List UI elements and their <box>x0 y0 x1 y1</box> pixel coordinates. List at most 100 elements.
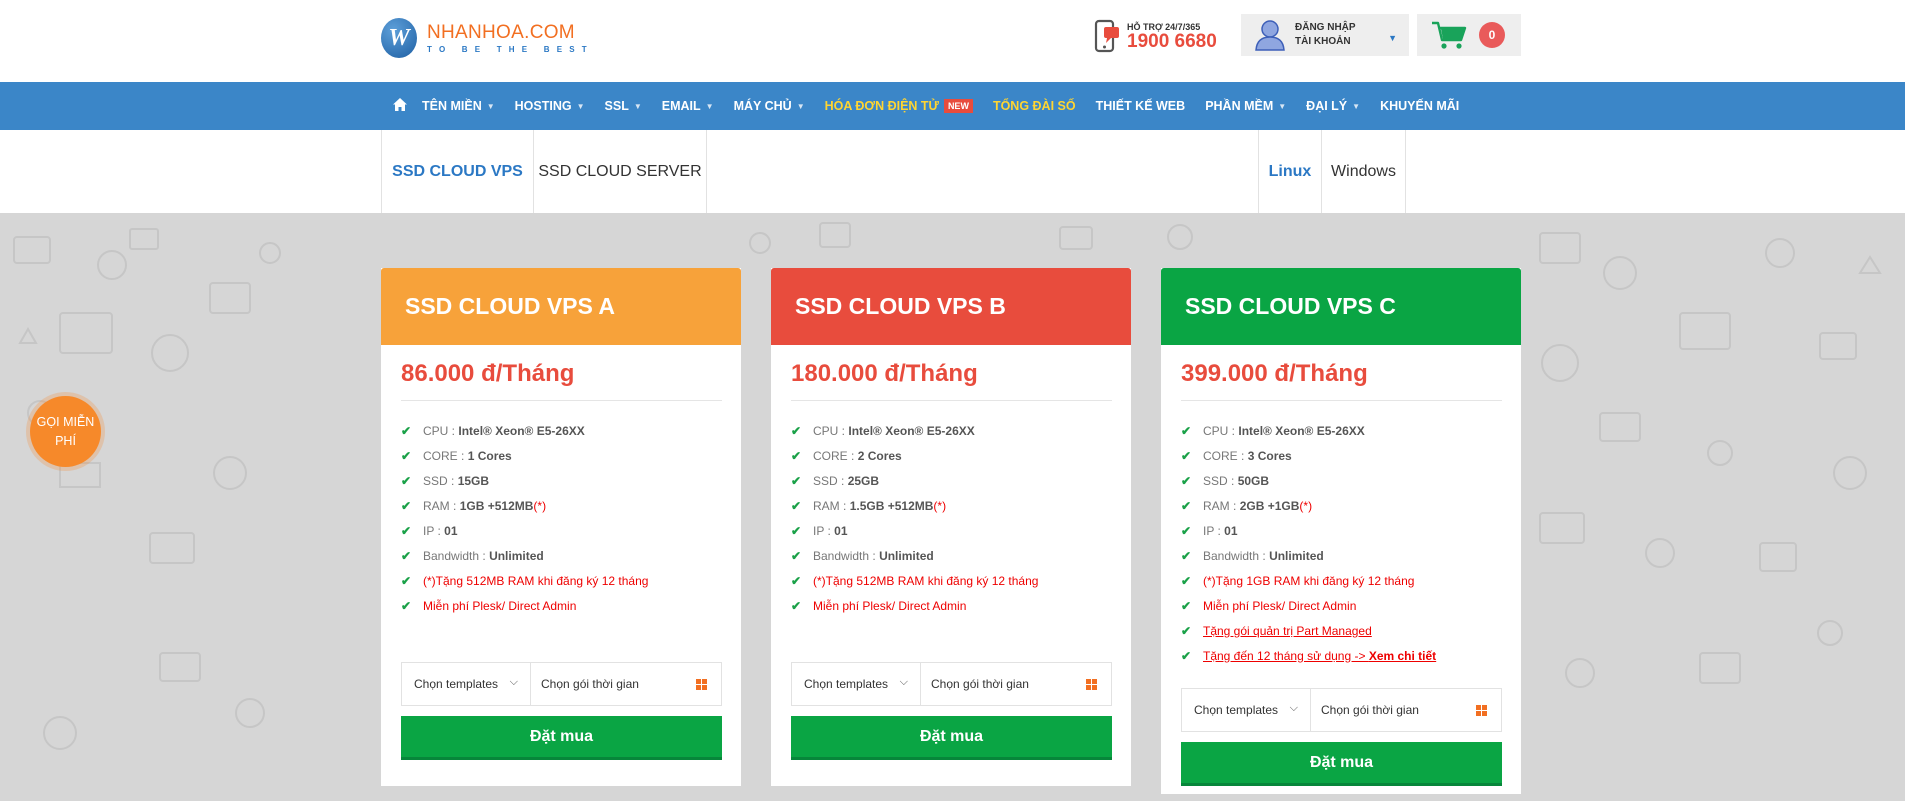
support-hotline[interactable]: HỖ TRỢ 24/7/365 1900 6680 <box>1093 19 1217 55</box>
nav-item-digital-switchboard[interactable]: TỔNG ĐÀI SỐ <box>993 99 1076 113</box>
check-icon: ✔ <box>401 498 412 513</box>
check-icon: ✔ <box>791 423 802 438</box>
home-icon[interactable] <box>393 97 407 115</box>
caret-down-icon: ▼ <box>633 101 642 111</box>
feature-bandwidth: ✔ Bandwidth : Unlimited <box>1181 548 1324 563</box>
caret-down-icon: ▼ <box>1352 101 1361 111</box>
managed-gift-link[interactable]: Tặng gói quản trị Part Managed <box>1203 624 1372 638</box>
check-icon: ✔ <box>791 598 802 613</box>
site-header: W NHANHOA.COM TO BE THE BEST HỖ TRỢ 24/7… <box>0 0 1905 82</box>
check-icon: ✔ <box>401 573 412 588</box>
order-button[interactable]: Đặt mua <box>401 716 722 760</box>
cart-count-badge: 0 <box>1479 22 1505 48</box>
logo-tagline: TO BE THE BEST <box>427 44 594 54</box>
grid-icon <box>1476 705 1487 716</box>
check-icon: ✔ <box>401 523 412 538</box>
chevron-down-icon: ⌵ <box>1289 702 1298 714</box>
feature-core: ✔ CORE : 2 Cores <box>791 448 902 463</box>
check-icon: ✔ <box>1181 473 1192 488</box>
chevron-down-icon: ⌵ <box>509 676 518 688</box>
template-select[interactable]: Chọn templates ⌵ <box>1182 689 1311 731</box>
nav-item-server[interactable]: MÁY CHỦ ▼ <box>734 99 805 113</box>
nav-item-domain[interactable]: TÊN MIỀN ▼ <box>422 99 495 113</box>
feature-ip: ✔ IP : 01 <box>401 523 458 538</box>
template-select[interactable]: Chọn templates ⌵ <box>402 663 531 705</box>
feature-free-panel: ✔ Miễn phí Plesk/ Direct Admin <box>401 598 577 613</box>
feature-list: ✔ CPU : Intel® Xeon® E5-26XX ✔ CORE : 3 Co… <box>1181 418 1502 668</box>
feature-ram: ✔ RAM : 1.5GB +512MB (*) <box>791 498 947 513</box>
support-phone[interactable]: 1900 6680 <box>1127 32 1217 52</box>
free-call-button[interactable]: GỌI MIỄN PHÍ <box>30 396 101 467</box>
nav-item-promotions[interactable]: KHUYẾN MÃI <box>1380 99 1459 113</box>
nav-item-email[interactable]: EMAIL ▼ <box>662 99 714 113</box>
check-icon: ✔ <box>1181 548 1192 563</box>
check-icon: ✔ <box>791 498 802 513</box>
site-logo[interactable]: W NHANHOA.COM TO BE THE BEST <box>381 18 594 58</box>
feature-ip: ✔ IP : 01 <box>1181 523 1238 538</box>
logo-mark-icon: W <box>381 18 417 58</box>
check-icon: ✔ <box>401 548 412 563</box>
nav-item-ssl[interactable]: SSL ▼ <box>605 99 642 113</box>
nav-item-e-invoice[interactable]: HÓA ĐƠN ĐIỆN TỬ NEW <box>825 99 973 113</box>
cart-button[interactable]: 0 <box>1417 14 1521 56</box>
check-icon: ✔ <box>1181 648 1192 663</box>
logo-name: NHANHOA.COM <box>427 21 575 43</box>
feature-promo: ✔ (*)Tặng 512MB RAM khi đăng ký 12 tháng <box>791 573 1039 588</box>
check-icon: ✔ <box>401 448 412 463</box>
nav-item-hosting[interactable]: HOSTING ▼ <box>515 99 585 113</box>
tab-ssd-cloud-server[interactable]: SSD CLOUD SERVER <box>533 130 707 213</box>
plan-price: 399.000 đ/Tháng <box>1181 345 1502 401</box>
nav-item-software[interactable]: PHẦN MỀM ▼ <box>1205 99 1286 113</box>
feature-bandwidth: ✔ Bandwidth : Unlimited <box>791 548 934 563</box>
plan-title: SSD CLOUD VPS B <box>771 268 1131 345</box>
tab-linux[interactable]: Linux <box>1258 130 1321 222</box>
order-button[interactable]: Đặt mua <box>791 716 1112 760</box>
feature-core: ✔ CORE : 3 Cores <box>1181 448 1292 463</box>
feature-ip: ✔ IP : 01 <box>791 523 848 538</box>
nav-item-agency[interactable]: ĐẠI LÝ ▼ <box>1306 99 1360 113</box>
billing-period-select[interactable]: Chọn gói thời gian <box>921 663 1111 705</box>
feature-cpu: ✔ CPU : Intel® Xeon® E5-26XX <box>1181 423 1365 438</box>
login-label-line2: TÀI KHOẢN <box>1295 36 1351 47</box>
feature-ssd: ✔ SSD : 50GB <box>1181 473 1270 488</box>
login-label-line1: ĐĂNG NHẬP <box>1295 22 1356 33</box>
caret-down-icon: ▼ <box>486 101 495 111</box>
check-icon: ✔ <box>1181 498 1192 513</box>
plan-card-vps-c: SSD CLOUD VPS C 399.000 đ/Tháng ✔ CPU : I… <box>1161 268 1521 794</box>
feature-promo: ✔ (*)Tặng 1GB RAM khi đăng ký 12 tháng <box>1181 573 1415 588</box>
feature-managed-gift: ✔ Tặng gói quản trị Part Managed <box>1181 618 1502 643</box>
check-icon: ✔ <box>1181 448 1192 463</box>
tab-ssd-cloud-vps[interactable]: SSD CLOUD VPS <box>381 130 533 222</box>
check-icon: ✔ <box>401 598 412 613</box>
phone-support-icon <box>1094 19 1119 53</box>
feature-bandwidth: ✔ Bandwidth : Unlimited <box>401 548 544 563</box>
check-icon: ✔ <box>401 473 412 488</box>
plan-title: SSD CLOUD VPS C <box>1161 268 1521 345</box>
tab-windows[interactable]: Windows <box>1321 130 1406 213</box>
caret-down-icon: ▼ <box>576 101 585 111</box>
check-icon: ✔ <box>791 473 802 488</box>
caret-down-icon: ▼ <box>1388 33 1397 43</box>
check-icon: ✔ <box>791 548 802 563</box>
feature-list: ✔ CPU : Intel® Xeon® E5-26XX ✔ CORE : 1 Co… <box>401 418 722 618</box>
billing-period-select[interactable]: Chọn gói thời gian <box>1311 689 1501 731</box>
free-months-link[interactable]: Tặng đến 12 tháng sử dụng -> Xem chi tiế… <box>1203 649 1436 663</box>
feature-ram: ✔ RAM : 1GB +512MB (*) <box>401 498 547 513</box>
check-icon: ✔ <box>1181 623 1192 638</box>
feature-free-months: ✔ Tặng đến 12 tháng sử dụng -> Xem chi ti… <box>1181 643 1502 668</box>
plan-price: 86.000 đ/Tháng <box>401 345 722 401</box>
billing-period-select[interactable]: Chọn gói thời gian <box>531 663 721 705</box>
login-button[interactable]: ĐĂNG NHẬP TÀI KHOẢN ▼ <box>1241 14 1409 56</box>
order-button[interactable]: Đặt mua <box>1181 742 1502 786</box>
feature-list: ✔ CPU : Intel® Xeon® E5-26XX ✔ CORE : 2 Co… <box>791 418 1112 618</box>
nav-item-web-design[interactable]: THIẾT KẾ WEB <box>1096 99 1186 113</box>
feature-ssd: ✔ SSD : 15GB <box>401 473 490 488</box>
feature-ssd: ✔ SSD : 25GB <box>791 473 880 488</box>
user-icon <box>1255 20 1285 51</box>
caret-down-icon: ▼ <box>796 101 805 111</box>
check-icon: ✔ <box>791 523 802 538</box>
check-icon: ✔ <box>401 423 412 438</box>
feature-free-panel: ✔ Miễn phí Plesk/ Direct Admin <box>791 598 967 613</box>
template-select[interactable]: Chọn templates ⌵ <box>792 663 921 705</box>
check-icon: ✔ <box>1181 423 1192 438</box>
